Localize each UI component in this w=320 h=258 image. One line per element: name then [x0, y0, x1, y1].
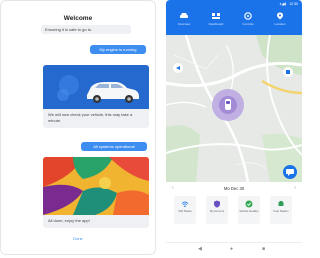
home-icon[interactable]: ●	[230, 246, 233, 252]
nav-item-location[interactable]: Location	[266, 12, 294, 26]
vehicle-check-card: We will now check your vehicle, this may…	[43, 65, 149, 128]
card-text: All done, enjoy the app!	[48, 218, 90, 223]
nav-label: Controls	[242, 22, 254, 26]
map-view[interactable]	[166, 35, 302, 183]
shield-icon	[214, 200, 220, 208]
dashboard-screen: ▾◢▮ 12:30 Overview Dashboard Controls Lo…	[166, 0, 302, 255]
chat-fab-button[interactable]	[283, 165, 297, 179]
tile-vehicle-health[interactable]: Vehicle Healthy	[238, 196, 260, 224]
chat-bubble-icon	[286, 169, 294, 176]
tile-fuel[interactable]: Fuel Station	[270, 196, 292, 224]
fuel-icon	[278, 201, 284, 206]
car-image	[43, 65, 149, 109]
nav-label: Location	[274, 22, 286, 26]
tile-label: My Account	[209, 209, 225, 213]
date-label: Mo Dec 30	[223, 186, 245, 191]
dashboard-icon	[212, 13, 220, 19]
user-message: All systems operational	[81, 142, 147, 151]
chevron-right-icon[interactable]: ›	[294, 185, 296, 191]
completion-card: All done, enjoy the app!	[43, 157, 149, 228]
back-icon[interactable]: ◀	[198, 246, 202, 252]
car-icon	[180, 13, 188, 18]
nav-item-dashboard[interactable]: Dashboard	[202, 12, 230, 26]
location-icon	[277, 12, 283, 20]
user-message: My engine is running	[90, 45, 146, 54]
done-link[interactable]: Done	[1, 236, 155, 241]
chat-screen: Welcome Ensuring it is safe to go to. My…	[0, 0, 156, 255]
chat-title: Welcome	[63, 15, 93, 22]
tile-label: Wifi Status	[178, 209, 192, 213]
bot-message: Ensuring it is safe to go to.	[41, 25, 131, 34]
tile-label: Fuel Station	[273, 209, 289, 213]
top-nav: Overview Dashboard Controls Location	[166, 9, 302, 35]
nav-item-overview[interactable]: Overview	[170, 12, 198, 26]
check-icon	[245, 200, 253, 208]
nav-label: Overview	[177, 22, 191, 26]
tile-account[interactable]: My Account	[206, 196, 228, 224]
recents-icon[interactable]: ■	[262, 246, 265, 252]
abstract-image	[43, 157, 149, 215]
tile-wifi[interactable]: Wifi Status	[174, 196, 196, 224]
status-time: 12:30	[289, 2, 298, 6]
nav-item-controls[interactable]: Controls	[234, 12, 262, 26]
controls-icon	[244, 12, 252, 20]
signal-icon: ▾◢▮	[279, 2, 286, 6]
card-text: We will now check your vehicle, this may…	[48, 112, 133, 123]
system-nav-bar: ◀ ● ■	[166, 242, 302, 255]
wifi-icon	[181, 201, 189, 208]
tile-label: Vehicle Healthy	[239, 209, 259, 213]
status-bar: ▾◢▮ 12:30	[166, 0, 302, 9]
bottom-sheet: ‹ Mo Dec 30 › Wifi Status My Account Veh…	[166, 182, 302, 242]
nav-label: Dashboard	[208, 22, 224, 26]
